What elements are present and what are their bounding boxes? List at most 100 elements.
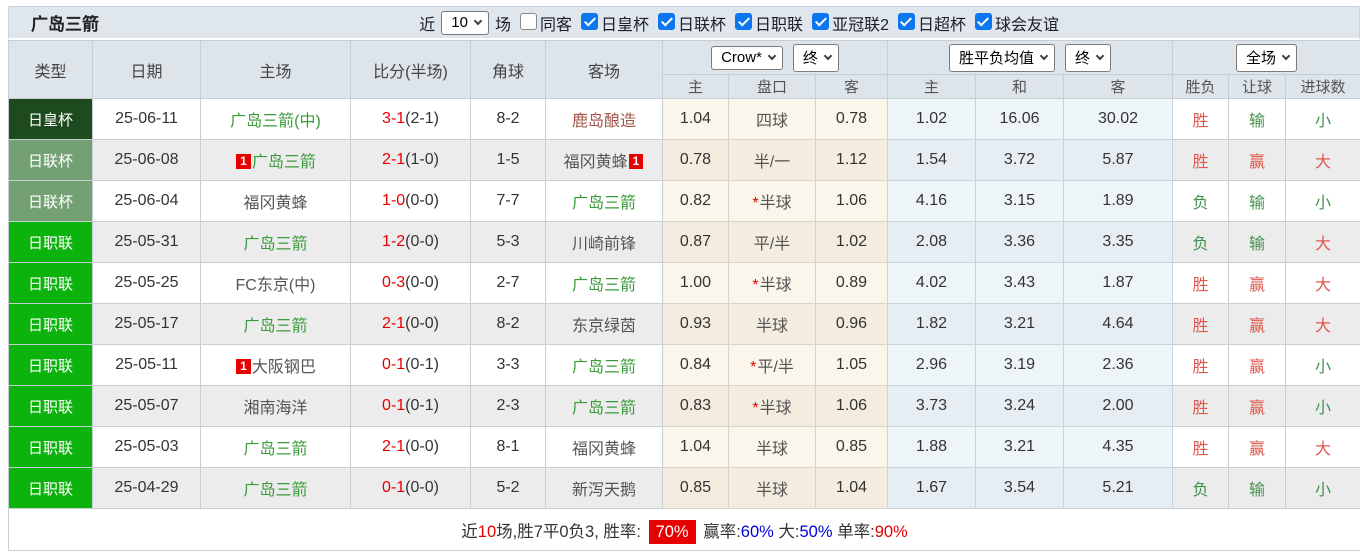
checkbox-checked[interactable] — [897, 12, 915, 30]
avg-home: 1.88 — [887, 426, 976, 468]
half-time-score: (0-1) — [405, 356, 439, 373]
home-team-name[interactable]: 湘南海洋 — [243, 400, 307, 417]
goals-result-cell: 大 — [1285, 303, 1360, 345]
corner-count: 2-7 — [470, 262, 546, 304]
corner-count: 8-1 — [470, 426, 546, 468]
away-team-name[interactable]: 广岛三箭 — [572, 359, 636, 376]
handicap-result-cell: 赢 — [1228, 303, 1286, 345]
avg-home: 4.02 — [887, 262, 976, 304]
summary-segment: 近 — [461, 522, 478, 541]
odds-home: 0.83 — [662, 385, 729, 427]
home-team-name[interactable]: 广岛三箭 — [252, 154, 316, 171]
checkbox-checked[interactable] — [735, 12, 753, 30]
half-time-score: (0-0) — [405, 438, 439, 455]
filter-label: 日皇杯 — [601, 16, 650, 34]
home-team-name[interactable]: 广岛三箭 — [243, 441, 307, 458]
away-team-name[interactable]: 新泻天鹅 — [572, 482, 636, 499]
avg-away: 4.64 — [1063, 303, 1173, 345]
avg-away: 2.36 — [1063, 344, 1173, 386]
match-history-table: 类型 日期 主场 比分(半场) 角球 客场 Crow* 终 胜平负均值 终 全场… — [8, 40, 1360, 551]
handicap-line: *半球 — [728, 180, 816, 222]
away-team-name[interactable]: 鹿岛酿造 — [572, 113, 636, 130]
odds-away: 1.06 — [815, 385, 888, 427]
corner-count: 8-2 — [470, 303, 546, 345]
avg-type-select[interactable]: 胜平负均值 — [948, 43, 1055, 72]
odds-away: 0.89 — [815, 262, 888, 304]
match-date: 25-05-03 — [92, 426, 201, 468]
corner-count: 3-3 — [470, 344, 546, 386]
handicap-text: 平/半 — [757, 359, 794, 376]
home-team-cell: 1 大阪钢巴 — [200, 344, 351, 386]
result-cell: 胜 — [1172, 385, 1229, 427]
avg-home: 3.73 — [887, 385, 976, 427]
sub-header-goals: 进球数 — [1285, 74, 1360, 99]
handicap-line: *平/半 — [728, 344, 816, 386]
odds-home: 0.78 — [662, 139, 729, 181]
away-team-cell: 东京绿茵 — [545, 303, 663, 345]
checkbox-checked[interactable] — [658, 12, 676, 30]
handicap-line: 半球 — [728, 303, 816, 345]
score-cell: 0-1(0-1) — [350, 385, 471, 427]
away-team-name[interactable]: 川崎前锋 — [572, 236, 636, 253]
checkbox-unchecked[interactable] — [520, 12, 537, 30]
summary-segment: 90% — [874, 522, 908, 541]
handicap-line: 四球 — [728, 98, 816, 140]
avg-draw: 3.19 — [975, 344, 1064, 386]
filter-label: 同客 — [540, 16, 573, 34]
home-team-name[interactable]: 广岛三箭 — [243, 482, 307, 499]
avg-home: 2.96 — [887, 344, 976, 386]
result-cell: 胜 — [1172, 344, 1229, 386]
half-time-score: (0-0) — [405, 315, 439, 332]
avg-draw: 3.36 — [975, 221, 1064, 263]
match-date: 25-06-08 — [92, 139, 201, 181]
home-team-cell: 湘南海洋 — [200, 385, 351, 427]
handicap-result-cell: 赢 — [1228, 385, 1286, 427]
checkbox-checked[interactable] — [581, 12, 599, 30]
handicap-line: 平/半 — [728, 221, 816, 263]
corner-count: 5-3 — [470, 221, 546, 263]
handicap-result-cell: 赢 — [1228, 262, 1286, 304]
match-count-select[interactable]: 10 — [441, 10, 489, 35]
odds-away: 0.78 — [815, 98, 888, 140]
avg-time-select[interactable]: 终 — [1065, 43, 1112, 72]
near-label: 近 — [419, 16, 436, 34]
away-team-name[interactable]: 东京绿茵 — [572, 318, 636, 335]
odds-company-select[interactable]: Crow* — [711, 45, 783, 70]
red-card-badge: 1 — [236, 359, 251, 374]
avg-draw: 16.06 — [975, 98, 1064, 140]
league-badge: 日联杯 — [8, 180, 93, 222]
home-team-name[interactable]: FC东京(中) — [236, 277, 316, 294]
away-team-name[interactable]: 福冈黄蜂 — [572, 441, 636, 458]
odds-group-header: Crow* 终 — [662, 40, 888, 75]
home-team-name[interactable]: 广岛三箭(中) — [230, 113, 321, 130]
col-header-score: 比分(半场) — [350, 40, 471, 99]
checkbox-checked[interactable] — [812, 12, 830, 30]
away-team-name[interactable]: 广岛三箭 — [572, 195, 636, 212]
scope-select[interactable]: 全场 — [1235, 43, 1297, 72]
odds-home: 0.93 — [662, 303, 729, 345]
chevron-down-icon — [823, 51, 833, 60]
home-team-name[interactable]: 广岛三箭 — [243, 236, 307, 253]
handicap-text: 半球 — [759, 195, 792, 212]
away-team-name[interactable]: 广岛三箭 — [572, 277, 636, 294]
away-team-name[interactable]: 福冈黄蜂 — [564, 154, 628, 171]
summary-segment: 70% — [648, 519, 696, 544]
avg-away: 1.87 — [1063, 262, 1173, 304]
scope-value: 全场 — [1245, 49, 1276, 67]
match-row: 日皇杯 25-06-11 广岛三箭(中) 3-1(2-1) 8-2 鹿岛酿造 1.04 四球 0… — [8, 98, 1360, 140]
corner-count: 5-2 — [470, 467, 546, 509]
full-time-score: 2-1 — [382, 438, 406, 455]
avg-draw: 3.21 — [975, 426, 1064, 468]
handicap-line: 半球 — [728, 426, 816, 468]
chevron-down-icon — [1039, 51, 1049, 60]
sub-header-handicap-result: 让球 — [1228, 74, 1286, 99]
match-date: 25-05-17 — [92, 303, 201, 345]
home-team-name[interactable]: 大阪钢巴 — [252, 359, 316, 376]
away-team-name[interactable]: 广岛三箭 — [572, 400, 636, 417]
checkbox-checked[interactable] — [974, 12, 992, 30]
home-team-name[interactable]: 广岛三箭 — [243, 318, 307, 335]
home-team-name[interactable]: 福冈黄蜂 — [243, 195, 307, 212]
match-row: 日职联 25-05-07 湘南海洋 0-1(0-1) 2-3 广岛三箭 0.83 *半球 1.0… — [8, 385, 1360, 427]
odds-time-select[interactable]: 终 — [792, 43, 839, 72]
score-cell: 1-2(0-0) — [350, 221, 471, 263]
